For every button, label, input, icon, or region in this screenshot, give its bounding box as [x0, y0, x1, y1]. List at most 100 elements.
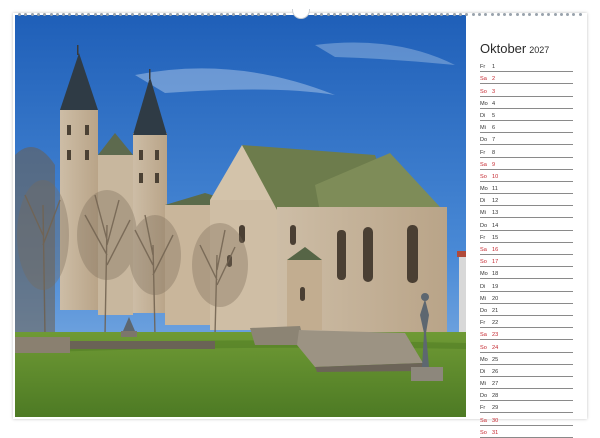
- day-row: Sa 2: [480, 72, 573, 85]
- binding-hole: [414, 13, 418, 16]
- binding-hole: [490, 13, 494, 16]
- binding-hole: [377, 13, 381, 16]
- binding-hole: [55, 13, 59, 16]
- day-of-week: Mo: [480, 271, 488, 278]
- day-of-week: Mo: [480, 356, 488, 363]
- day-row: Sa 23: [480, 328, 573, 341]
- day-number: 6: [492, 125, 496, 132]
- day-of-week: So: [480, 429, 487, 436]
- binding-hole: [433, 13, 437, 16]
- day-number: 27: [492, 381, 499, 388]
- binding-hole: [370, 13, 374, 16]
- binding-hole: [112, 13, 116, 16]
- binding-hole: [351, 13, 355, 16]
- binding-hole: [169, 13, 173, 16]
- day-row: Do 14: [480, 218, 573, 231]
- binding-hole: [333, 13, 336, 16]
- day-row: So 24: [480, 340, 573, 353]
- binding-hole: [200, 13, 204, 16]
- binding-hole: [408, 13, 412, 16]
- binding-hole: [263, 13, 267, 16]
- binding-hole: [188, 13, 192, 16]
- day-number: 26: [492, 368, 499, 375]
- binding-hole: [207, 13, 210, 16]
- day-number: 1: [492, 64, 496, 71]
- binding-hole: [62, 13, 66, 16]
- binding-hole: [225, 13, 229, 16]
- day-row: Fr 15: [480, 231, 573, 243]
- binding-hole: [515, 13, 519, 16]
- binding-hole: [566, 13, 570, 16]
- binding-hole: [440, 13, 444, 16]
- day-number: 16: [492, 247, 499, 253]
- month-year: 2027: [529, 45, 550, 55]
- day-of-week: Di: [480, 198, 486, 205]
- day-row: Sa 9: [480, 158, 573, 170]
- binding-hole: [36, 13, 40, 16]
- binding-hole: [18, 13, 21, 16]
- day-number: 23: [492, 332, 499, 339]
- day-row: So 17: [480, 255, 573, 268]
- day-of-week: So: [480, 173, 487, 180]
- day-of-week: Fr: [480, 149, 486, 156]
- day-of-week: Mi: [480, 210, 486, 217]
- day-row: So 3: [480, 84, 573, 97]
- day-of-week: Sa: [480, 332, 487, 339]
- day-number: 10: [492, 173, 499, 180]
- day-number: 28: [492, 393, 499, 400]
- binding-hole: [156, 13, 160, 16]
- day-of-week: Fr: [480, 320, 486, 327]
- binding-hole: [314, 13, 318, 16]
- binding-hole: [251, 13, 255, 16]
- day-of-week: Sa: [480, 247, 487, 253]
- day-row: Mo 18: [480, 267, 573, 280]
- day-of-week: Mo: [480, 186, 488, 193]
- day-row: Mo 25: [480, 353, 573, 365]
- day-of-week: Mo: [480, 100, 488, 107]
- binding-hole: [276, 13, 280, 16]
- day-row: Fr 1: [480, 60, 573, 73]
- day-number: 3: [492, 88, 496, 95]
- day-row: Fr 29: [480, 401, 573, 414]
- day-row: Sa 16: [480, 243, 573, 255]
- binding-hole: [43, 13, 47, 16]
- day-number: 15: [492, 234, 499, 241]
- binding-hole: [459, 13, 462, 16]
- day-number: 18: [492, 271, 499, 278]
- day-number: 7: [492, 137, 496, 144]
- binding-hole: [553, 13, 557, 16]
- binding-hole: [244, 13, 248, 16]
- binding-hole: [49, 13, 53, 16]
- day-number: 11: [492, 186, 498, 193]
- binding-hole: [528, 13, 532, 16]
- day-of-week: Do: [480, 307, 488, 314]
- binding-hole: [446, 13, 450, 16]
- day-row: Mi 20: [480, 292, 573, 304]
- day-list: Fr 1 Sa 2 So 3 Mo 4 Di 5 Mi 6 Do 7 Fr 8 Sa 9 So 10 Mo 11 Di 12 M…: [480, 60, 573, 438]
- day-row: Do 7: [480, 133, 573, 146]
- day-number: 20: [492, 295, 499, 302]
- binding-hole: [131, 13, 135, 16]
- binding-hole: [282, 13, 286, 16]
- binding-hole: [534, 13, 538, 16]
- day-row: Mo 4: [480, 97, 573, 109]
- day-number: 4: [492, 100, 496, 107]
- day-number: 31: [492, 429, 499, 436]
- binding-hole: [270, 13, 273, 16]
- day-row: Di 26: [480, 365, 573, 377]
- binding-hole: [396, 13, 399, 16]
- day-row: So 10: [480, 170, 573, 182]
- binding-hole: [578, 13, 582, 16]
- binding-hole: [81, 13, 84, 16]
- day-number: 2: [492, 76, 496, 83]
- binding-hole: [257, 13, 261, 16]
- day-row: Di 12: [480, 194, 573, 207]
- day-of-week: Sa: [480, 161, 487, 168]
- binding-hole: [559, 13, 563, 16]
- day-of-week: Do: [480, 222, 488, 229]
- binding-hole: [465, 13, 469, 16]
- day-of-week: So: [480, 259, 487, 266]
- day-row: Mi 13: [480, 206, 573, 219]
- day-of-week: Mi: [480, 125, 486, 132]
- binding-hole: [74, 13, 78, 16]
